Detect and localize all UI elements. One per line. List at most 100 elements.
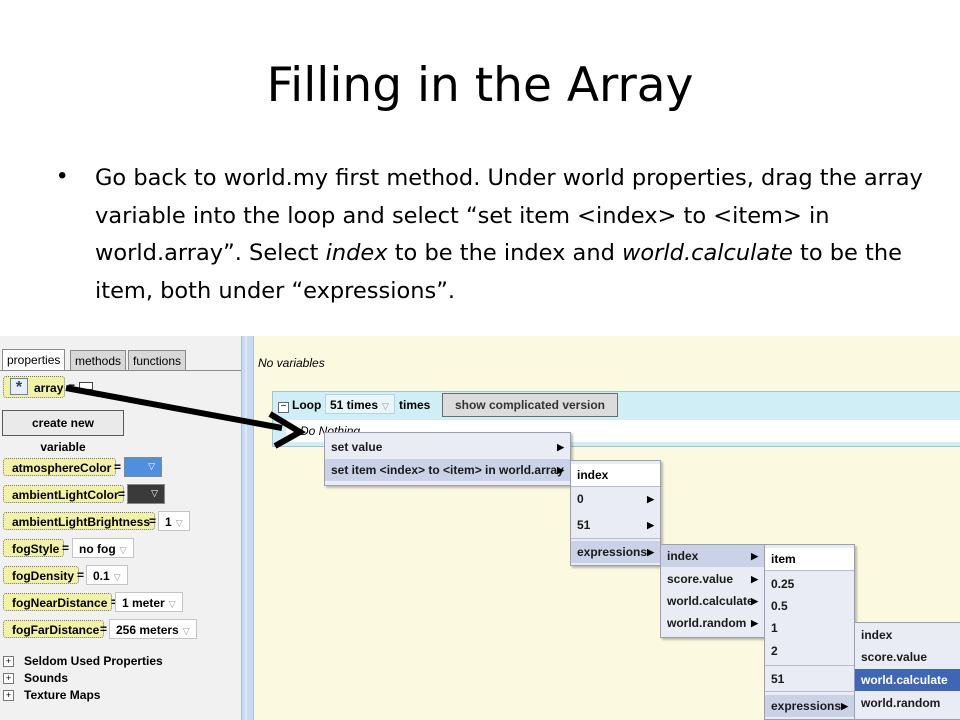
property-tile-ambientlightcolor[interactable]: ambientLightColor <box>3 485 124 503</box>
loop-header: − Loop <box>278 398 321 413</box>
dropdown-caret-icon: ▽ <box>119 545 127 555</box>
loop-count-text: 51 times <box>330 398 379 412</box>
bullet-text: Go back to world.my first method. Under … <box>95 160 940 310</box>
array-value-icon <box>79 382 93 390</box>
ambient-light-color-swatch[interactable]: ▽ <box>127 484 165 504</box>
submenu-arrow-icon: ▶ <box>557 442 564 452</box>
submenu-arrow-icon: ▶ <box>647 547 654 557</box>
menu-item-label: set item <index> to <item> in world.arra… <box>331 463 564 477</box>
submenu-arrow-icon: ▶ <box>751 596 758 606</box>
menu-item-51[interactable]: 51 <box>765 668 854 690</box>
set-array-menu: set value ▶ set item <index> to <item> in… <box>324 432 571 486</box>
submenu-arrow-icon: ▶ <box>751 574 758 584</box>
dropdown-caret-icon: ▽ <box>148 461 155 471</box>
expand-plus-icon[interactable]: + <box>3 656 14 668</box>
alice-screenshot: properties methods functions array * = c… <box>0 336 960 720</box>
submenu-arrow-icon: ▶ <box>841 701 848 711</box>
menu-separator <box>765 691 854 692</box>
menu-header-item: item <box>765 548 854 570</box>
menu-item-label: expressions <box>771 699 842 713</box>
array-variable-name: array <box>34 381 64 395</box>
menu-item-51[interactable]: 51 ▶ <box>571 514 660 536</box>
expand-plus-icon[interactable]: + <box>3 690 14 702</box>
bullet-text-part: to be the index and <box>387 240 623 266</box>
atmosphere-color-swatch[interactable]: ▽ <box>124 457 162 477</box>
menu-item-label: 51 <box>577 518 591 532</box>
index-expressions-menu: index ▶ score.value ▶ world.calculate ▶ wor… <box>660 544 765 638</box>
submenu-arrow-icon: ▶ <box>647 520 654 530</box>
array-equals: = <box>68 380 76 394</box>
menu-item-score-value[interactable]: score.value <box>855 646 960 668</box>
menu-item-score-value[interactable]: score.value ▶ <box>661 568 764 590</box>
tree-item-sounds[interactable]: + Sounds <box>3 670 68 686</box>
fog-density-value[interactable]: 0.1 ▽ <box>86 565 128 585</box>
dropdown-caret-icon: ▽ <box>151 488 158 498</box>
equals-sign: = <box>114 460 122 474</box>
menu-item-index[interactable]: index ▶ <box>661 545 764 567</box>
submenu-arrow-icon: ▶ <box>751 618 758 628</box>
property-tile-fognearDistance[interactable]: fogNearDistance <box>3 593 113 611</box>
item-expressions-menu: index score.value world.calculate world.… <box>854 622 960 720</box>
menu-separator <box>571 486 660 487</box>
menu-item-expressions[interactable]: expressions ▶ <box>765 695 854 717</box>
dropdown-caret-icon: ▽ <box>113 572 121 582</box>
property-tile-atmospherecolor[interactable]: atmosphereColor <box>3 458 117 476</box>
menu-item-expressions[interactable]: expressions ▶ <box>571 541 660 563</box>
loop-count-dropdown[interactable]: 51 times ▽ <box>325 394 395 414</box>
tree-item-texture-maps[interactable]: + Texture Maps <box>3 687 100 703</box>
menu-item-world-random[interactable]: world.random ▶ <box>661 612 764 634</box>
tab-functions[interactable]: functions <box>128 350 187 370</box>
fog-far-distance-value[interactable]: 256 meters ▽ <box>109 619 197 639</box>
index-menu: index 0 ▶ 51 ▶ expressions ▶ <box>570 460 661 566</box>
slide-title: Filling in the Array <box>266 58 694 113</box>
menu-item-label: expressions <box>577 545 648 559</box>
show-complicated-version-button[interactable]: show complicated version <box>442 393 618 417</box>
menu-item-0-5[interactable]: 0.5 <box>765 595 854 617</box>
tab-properties[interactable]: properties <box>2 349 66 371</box>
menu-item-index[interactable]: index <box>855 624 960 646</box>
times-label: times <box>399 398 431 412</box>
tree-item-label: Sounds <box>24 671 68 685</box>
create-new-variable-button[interactable]: create new variable <box>2 410 124 454</box>
collapse-minus-icon[interactable]: − <box>278 402 289 413</box>
property-tile-ambientlightbrightness[interactable]: ambientLightBrightness <box>3 512 156 530</box>
menu-item-label: 0 <box>577 492 584 506</box>
expand-plus-icon[interactable]: + <box>3 673 14 685</box>
menu-item-label: index <box>667 549 699 563</box>
menu-item-1[interactable]: 1 <box>765 617 854 639</box>
submenu-arrow-icon: ▶ <box>647 494 654 504</box>
tree-item-seldom-used[interactable]: + Seldom Used Properties <box>3 653 163 669</box>
fog-style-value[interactable]: no fog ▽ <box>72 538 134 558</box>
menu-item-0[interactable]: 0 ▶ <box>571 488 660 510</box>
equals-sign: = <box>149 514 157 528</box>
dropdown-caret-icon: ▽ <box>168 599 176 609</box>
ambient-light-brightness-value[interactable]: 1 ▽ <box>158 511 190 531</box>
menu-item-0-25[interactable]: 0.25 <box>765 573 854 595</box>
menu-separator <box>765 665 854 666</box>
menu-item-world-calculate[interactable]: world.calculate <box>855 669 960 691</box>
property-tile-fogstyle[interactable]: fogStyle <box>3 539 65 557</box>
fog-near-distance-value[interactable]: 1 meter ▽ <box>115 592 183 612</box>
menu-item-label: set value <box>331 440 383 454</box>
array-variable-icon: * <box>10 378 28 396</box>
menu-item-2[interactable]: 2 <box>765 640 854 662</box>
menu-separator <box>571 538 660 539</box>
value-text: 1 <box>165 515 172 529</box>
menu-item-world-calculate[interactable]: world.calculate ▶ <box>661 590 764 612</box>
property-tile-fogfardistance[interactable]: fogFarDistance <box>3 620 105 638</box>
menu-separator <box>765 570 854 571</box>
menu-item-label: world.calculate <box>667 594 754 608</box>
menu-item-set-value[interactable]: set value ▶ <box>325 436 570 458</box>
menu-item-set-item[interactable]: set item <index> to <item> in world.arra… <box>325 459 570 481</box>
panel-splitter[interactable] <box>241 336 254 720</box>
dropdown-caret-icon: ▽ <box>182 626 190 636</box>
value-text: 1 meter <box>122 596 165 610</box>
dropdown-caret-icon: ▽ <box>175 518 183 528</box>
bullet-emphasis-index: index <box>325 240 388 266</box>
property-tile-fogdensity[interactable]: fogDensity <box>3 566 80 584</box>
item-menu: item 0.25 0.5 1 2 51 expressions ▶ <box>764 544 855 720</box>
tab-methods[interactable]: methods <box>70 350 127 370</box>
value-text: 0.1 <box>93 569 110 583</box>
bullet-dot: • <box>58 162 67 189</box>
menu-item-world-random[interactable]: world.random <box>855 692 960 714</box>
